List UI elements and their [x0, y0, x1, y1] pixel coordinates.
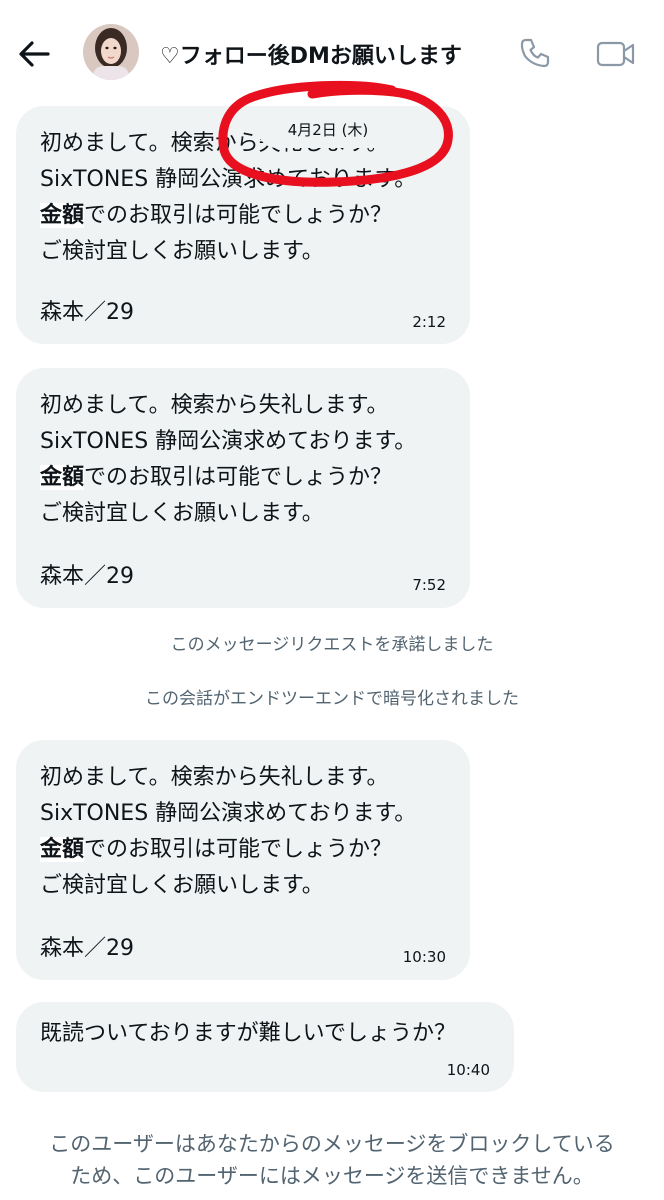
bold-word: 金額	[40, 837, 85, 862]
date-chip: 4月2日 (木)	[258, 112, 398, 148]
message-line: ご検討宜しくお願いします。	[40, 873, 324, 898]
message-line: 金額でのお取引は可能でしょうか？	[40, 198, 416, 234]
message-line: SixTONES 静岡公演求めております。	[40, 167, 417, 192]
message-signature: 森本／29	[40, 300, 134, 325]
message-signature: 森本／29	[40, 564, 134, 589]
message-bubble[interactable]: 初めまして。検索から失礼します。 SixTONES 静岡公演求めております。 金…	[16, 740, 470, 980]
message-timestamp: 10:30	[402, 948, 446, 966]
video-camera-icon[interactable]	[596, 38, 636, 70]
arrow-left-icon[interactable]	[14, 34, 54, 74]
system-message-accepted: このメッセージリクエストを承諾しました	[170, 635, 494, 655]
blocked-notice-line: ため、このユーザーにはメッセージを送信できません。	[70, 1164, 594, 1188]
bold-word: 金額	[40, 465, 85, 490]
message-line-rest: でのお取引は可能でしょうか？	[84, 203, 393, 228]
message-text: 初めまして。検索から失礼します。 SixTONES 静岡公演求めております。 金…	[40, 760, 416, 904]
message-timestamp: 10:40	[446, 1061, 490, 1079]
message-line: SixTONES 静岡公演求めております。	[40, 801, 417, 826]
message-bubble[interactable]: 既読ついておりますが難しいでしょうか？ 10:40	[16, 1002, 514, 1092]
message-text: 初めまして。検索から失礼します。 SixTONES 静岡公演求めております。 金…	[40, 388, 416, 532]
message-line-rest: でのお取引は可能でしょうか？	[84, 465, 393, 490]
message-line: SixTONES 静岡公演求めております。	[40, 429, 417, 454]
blocked-notice-line: このユーザーはあなたからのメッセージをブロックしている	[49, 1132, 615, 1156]
message-signature: 森本／29	[40, 936, 134, 961]
message-line: 金額でのお取引は可能でしょうか？	[40, 460, 416, 496]
page-title[interactable]: ♡フォロー後DMお願いします	[160, 38, 462, 70]
avatar-image	[83, 24, 139, 80]
avatar[interactable]	[83, 24, 139, 80]
message-line: 金額でのお取引は可能でしょうか？	[40, 832, 416, 868]
system-message-encrypted: この会話がエンドツーエンドで暗号化されました	[145, 689, 519, 709]
message-line-rest: でのお取引は可能でしょうか？	[84, 837, 393, 862]
message-line: 初めまして。検索から失礼します。	[40, 765, 389, 790]
conversation-header: ♡フォロー後DMお願いします	[0, 0, 664, 102]
message-bubble[interactable]: 初めまして。検索から失礼します。 SixTONES 静岡公演求めております。 金…	[16, 106, 470, 344]
message-line: ご検討宜しくお願いします。	[40, 239, 324, 264]
bold-word: 金額	[40, 203, 85, 228]
message-line: 初めまして。検索から失礼します。	[40, 393, 389, 418]
message-bubble[interactable]: 初めまして。検索から失礼します。 SixTONES 静岡公演求めております。 金…	[16, 368, 470, 608]
blocked-notice: このユーザーはあなたからのメッセージをブロックしている ため、このユーザーにはメ…	[0, 1128, 664, 1192]
message-timestamp: 7:52	[412, 576, 446, 594]
phone-icon[interactable]	[518, 36, 552, 70]
message-line: ご検討宜しくお願いします。	[40, 501, 324, 526]
message-timestamp: 2:12	[412, 313, 446, 331]
message-text: 既読ついておりますが難しいでしょうか？	[40, 1021, 457, 1046]
